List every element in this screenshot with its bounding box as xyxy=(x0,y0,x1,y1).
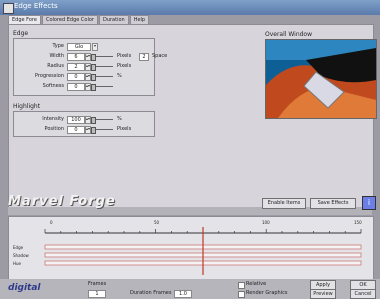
title-bar: Edge Effects xyxy=(0,0,380,15)
timeline[interactable]: 0 50 100 150 Edge Shadow Hue xyxy=(8,216,374,280)
timeline-ruler xyxy=(44,227,362,275)
preview-button[interactable]: Preview xyxy=(310,289,336,299)
cancel-button[interactable]: Cancel xyxy=(350,289,376,299)
slider-knob[interactable] xyxy=(91,127,96,134)
edge-width-unit: Pixels xyxy=(117,53,132,59)
slider-knob[interactable] xyxy=(91,54,96,61)
edge-progression-field[interactable]: 0 xyxy=(67,73,85,81)
edge-softness-label: Softness xyxy=(42,83,64,89)
edge-radius-unit: Pixels xyxy=(117,63,132,69)
edge-softness-field[interactable]: 0 xyxy=(67,83,85,91)
info-icon[interactable]: i xyxy=(362,196,376,210)
track-label-edge: Edge xyxy=(13,245,24,250)
frames-field[interactable]: 1 xyxy=(88,290,106,298)
edge-progression-unit: % xyxy=(117,73,122,79)
edge-group-title: Edge xyxy=(13,30,29,37)
highlight-intensity-label: Intensity xyxy=(42,116,64,122)
edge-width-label: Width xyxy=(49,53,64,59)
tick-label-150: 150 xyxy=(354,220,362,225)
track-label-shadow: Shadow xyxy=(13,253,29,258)
highlight-intensity-unit: % xyxy=(117,116,122,122)
tab-edge-fore[interactable]: Edge Fore xyxy=(8,15,41,24)
edge-progression-label: Progression xyxy=(35,73,64,79)
highlight-position-field[interactable]: 0 xyxy=(67,126,85,134)
tab-bar: Edge Fore Colored Edge Color Duration He… xyxy=(8,15,150,24)
preview-label: Overall Window xyxy=(265,31,313,38)
tab-duration[interactable]: Duration xyxy=(98,15,129,24)
bottom-bar: digital Frames 1 Duration Frames 1.0 Rel… xyxy=(0,279,380,299)
slider-knob[interactable] xyxy=(91,117,96,124)
slider-knob[interactable] xyxy=(91,64,96,71)
frames-label: Frames xyxy=(88,281,107,287)
edge-softness-slider[interactable] xyxy=(91,84,113,91)
edge-radius-field[interactable]: 2 xyxy=(67,63,85,71)
preview-window xyxy=(265,39,377,119)
highlight-intensity-field[interactable]: 100 xyxy=(67,116,85,124)
window-title: Edge Effects xyxy=(14,2,58,10)
duration-field[interactable]: 1.0 xyxy=(174,290,192,298)
enable-items-button[interactable]: Enable Items xyxy=(262,198,306,209)
edge-progression-slider[interactable] xyxy=(91,74,113,81)
edge-radius-label: Radius xyxy=(47,63,64,69)
edge-extra-field[interactable]: 2 xyxy=(139,53,149,61)
app-icon xyxy=(3,3,14,14)
relative-checkbox[interactable] xyxy=(238,282,245,289)
tab-colored-edge-color[interactable]: Colored Edge Color xyxy=(41,15,98,24)
highlight-group-title: Highlight xyxy=(13,103,41,110)
highlight-group: Intensity 100 ▴▾ % Position 0 ▴▾ Pixels xyxy=(13,111,155,137)
highlight-position-label: Position xyxy=(44,126,64,132)
tab-help[interactable]: Help xyxy=(129,15,150,24)
highlight-position-slider[interactable] xyxy=(91,127,113,134)
brand-logo: Marvel Forge xyxy=(8,194,116,209)
duration-label: Duration Frames xyxy=(130,290,172,296)
relative-label: Relative xyxy=(246,281,267,287)
highlight-position-unit: Pixels xyxy=(117,126,132,132)
tick-label-100: 100 xyxy=(262,220,270,225)
render-graphics-checkbox[interactable] xyxy=(238,291,245,298)
edge-width-slider[interactable] xyxy=(91,54,113,61)
slider-knob[interactable] xyxy=(91,84,96,91)
edge-type-field[interactable]: Glo xyxy=(67,43,91,51)
edge-type-label: Type xyxy=(52,43,64,49)
preview-image xyxy=(266,40,376,118)
edge-extra-unit: Space xyxy=(152,53,168,59)
edge-group: Type Glo ▾ Width 6 ▴▾ Pixels 2 Space Rad… xyxy=(13,38,167,96)
tick-label-0: 0 xyxy=(50,220,53,225)
edge-type-dropdown[interactable]: ▾ xyxy=(92,43,98,51)
slider-knob[interactable] xyxy=(91,74,96,81)
edge-radius-slider[interactable] xyxy=(91,64,113,71)
save-effects-button[interactable]: Save Effects xyxy=(310,198,356,209)
render-graphics-label: Render Graphics xyxy=(246,290,288,296)
effects-panel: Edge Type Glo ▾ Width 6 ▴▾ Pixels 2 Spac… xyxy=(8,24,377,209)
highlight-intensity-slider[interactable] xyxy=(91,117,113,124)
track-label-hue: Hue xyxy=(13,261,22,266)
tick-label-50: 50 xyxy=(154,220,160,225)
company-logo: digital xyxy=(8,283,41,293)
edge-width-field[interactable]: 6 xyxy=(67,53,85,61)
